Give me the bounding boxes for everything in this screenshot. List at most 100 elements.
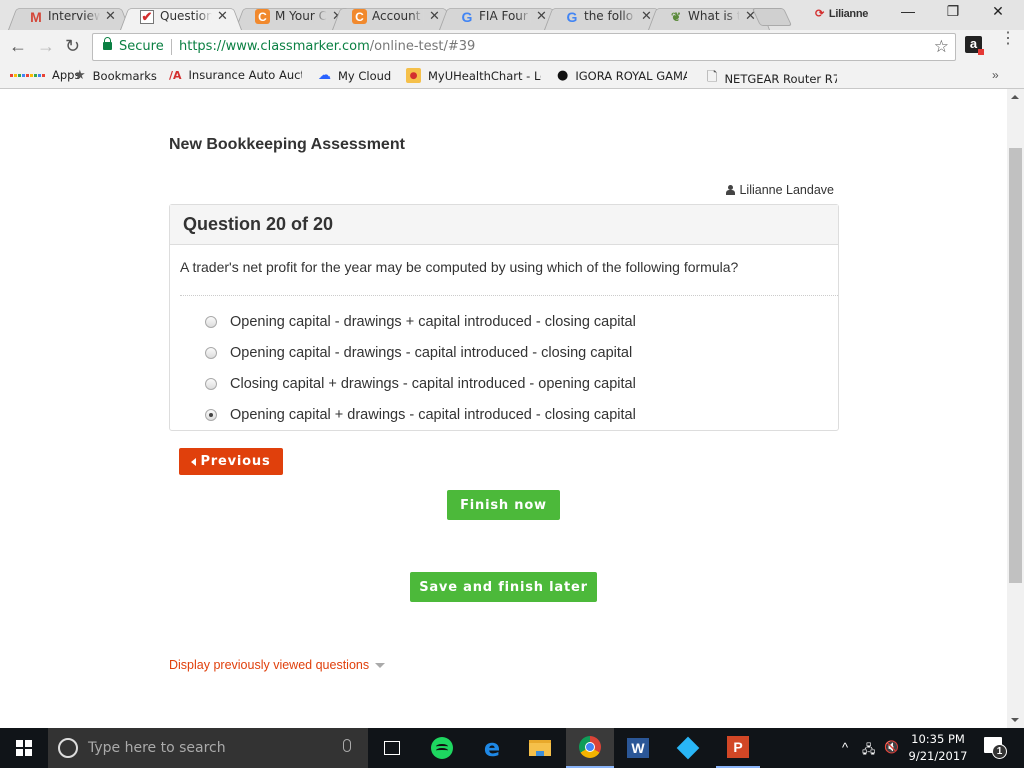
bookmarks-overflow-button[interactable]: »	[992, 68, 999, 82]
bookmark-label: Insurance Auto Auctio	[188, 68, 302, 82]
taskbar-search-box[interactable]: Type here to search	[48, 728, 368, 768]
task-view-button[interactable]	[370, 728, 414, 768]
clock-time: 10:35 PM	[911, 732, 965, 746]
radio-button[interactable]	[205, 315, 217, 328]
word-icon: W	[627, 738, 649, 758]
bookmark-myuhealthchart[interactable]: ● MyUHealthChart - Lo	[406, 68, 541, 83]
profile-button[interactable]: ⟳ Lilianne	[815, 7, 868, 20]
taskbar-file-explorer[interactable]	[518, 728, 562, 768]
finish-now-button[interactable]: Finish now	[447, 490, 560, 520]
lock-icon	[103, 37, 112, 50]
tab-question[interactable]: ✔ Question ✕	[120, 4, 242, 30]
tab-title: What is t	[688, 9, 740, 23]
url-text[interactable]: https://www.classmarker.com/online-test/…	[179, 39, 475, 54]
page-scrollbar[interactable]	[1007, 89, 1024, 728]
amazon-extension-icon[interactable]: a	[965, 36, 984, 55]
page-icon: 🗋	[707, 70, 718, 85]
close-window-button[interactable]: ✕	[983, 3, 1013, 20]
back-button[interactable]: ←	[9, 36, 27, 57]
tab-interview[interactable]: M Interview ✕	[8, 4, 130, 30]
answer-option-label: Opening capital - drawings - capital int…	[230, 344, 633, 361]
browser-tab-strip: M Interview ✕ C M Your C ✕ C Account ✕ G…	[0, 0, 1024, 30]
gmail-icon: M	[30, 9, 42, 25]
bookmark-label: IGORA ROYAL GAMA	[575, 68, 688, 83]
bookmark-bookmarks[interactable]: ★ Bookmarks	[74, 68, 157, 83]
windows-taskbar: Type here to search e W P ^ 🖧 🔇 10:35 PM…	[0, 728, 1024, 768]
taskbar-spotify[interactable]	[420, 728, 464, 768]
tab-title: FIA Four	[479, 9, 531, 23]
bookmarks-bar: Apps ★ Bookmarks /A Insurance Auto Aucti…	[0, 64, 1024, 89]
action-center-icon[interactable]: 1	[984, 737, 1007, 759]
google-icon: G	[566, 9, 578, 25]
bookmark-insurance-auto-auction[interactable]: /A Insurance Auto Auctio	[169, 68, 302, 82]
taskbar-powerpoint[interactable]: P	[716, 728, 760, 768]
tab-close-icon[interactable]: ✕	[105, 8, 116, 24]
bookmark-netgear[interactable]: 🗋 NETGEAR Router R70	[707, 68, 837, 90]
google-icon: G	[461, 9, 473, 25]
volume-muted-icon[interactable]: 🔇	[884, 740, 899, 754]
minimize-button[interactable]: —	[893, 3, 923, 19]
microphone-icon[interactable]	[343, 739, 351, 752]
taskbar-chrome[interactable]	[566, 728, 614, 768]
previous-label: Previous	[200, 454, 271, 469]
spotify-icon	[431, 737, 453, 759]
previous-button[interactable]: Previous	[179, 448, 283, 475]
classmarker-icon: C	[352, 9, 367, 24]
bookmark-my-cloud[interactable]: ☁ My Cloud	[318, 68, 391, 83]
bookmark-apps[interactable]: Apps	[10, 68, 80, 82]
tab-close-icon[interactable]: ✕	[217, 8, 228, 24]
answer-option-label: Opening capital + drawings - capital int…	[230, 406, 636, 423]
radio-button[interactable]	[205, 377, 217, 390]
answer-option[interactable]: Opening capital + drawings - capital int…	[205, 399, 636, 430]
task-view-icon	[384, 741, 400, 755]
answer-option[interactable]: Closing capital + drawings - capital int…	[205, 368, 636, 399]
file-explorer-icon	[529, 740, 551, 756]
tab-account[interactable]: C Account ✕	[332, 4, 454, 30]
caret-left-icon	[191, 457, 197, 466]
forward-button[interactable]: →	[37, 36, 55, 57]
scroll-down-arrow-icon[interactable]	[1011, 718, 1019, 722]
notification-count-badge: 1	[992, 744, 1007, 759]
sync-error-icon: ⟳	[815, 8, 824, 20]
tab-title: Interview	[48, 9, 100, 23]
address-bar[interactable]: Secure https://www.classmarker.com/onlin…	[92, 33, 956, 61]
tab-title: M Your C	[275, 9, 327, 23]
scroll-up-arrow-icon[interactable]	[1011, 95, 1019, 99]
page-content: New Bookkeeping Assessment Lilianne Land…	[0, 89, 1008, 728]
folder-icon: ●	[406, 68, 421, 83]
url-host: https://www.classmarker.com	[179, 39, 370, 54]
taskbar-edge[interactable]: e	[470, 728, 514, 768]
answer-option[interactable]: Opening capital - drawings - capital int…	[205, 337, 636, 368]
radio-button[interactable]	[205, 408, 217, 421]
taskbar-kodi[interactable]	[666, 728, 710, 768]
windows-start-icon[interactable]	[16, 740, 32, 756]
address-separator	[171, 39, 172, 55]
user-icon	[726, 185, 736, 195]
bookmark-star-icon[interactable]: ☆	[934, 37, 949, 57]
taskbar-word[interactable]: W	[616, 728, 660, 768]
chrome-icon	[579, 736, 601, 758]
reload-button[interactable]: ↻	[65, 36, 80, 57]
chrome-menu-icon[interactable]: ⋮	[1000, 31, 1016, 47]
bookmark-igora[interactable]: ● IGORA ROYAL GAMA	[557, 68, 687, 83]
kodi-icon	[676, 736, 700, 760]
bookmark-label: MyUHealthChart - Lo	[428, 68, 541, 83]
network-icon[interactable]: 🖧	[862, 740, 875, 761]
assessment-title: New Bookkeeping Assessment	[169, 136, 405, 153]
system-clock[interactable]: 10:35 PM 9/21/2017	[906, 731, 970, 765]
profile-name: Lilianne	[828, 8, 869, 20]
radio-button[interactable]	[205, 346, 217, 359]
show-hidden-icons-chevron[interactable]: ^	[842, 740, 848, 755]
url-path: /online-test/#39	[369, 39, 476, 54]
tab-title: the follo	[584, 9, 636, 23]
question-text: A trader's net profit for the year may b…	[180, 259, 739, 275]
restore-button[interactable]: ❐	[938, 3, 968, 20]
star-icon: ★	[74, 68, 86, 83]
answer-option[interactable]: Opening capital - drawings + capital int…	[205, 306, 636, 337]
save-and-finish-later-button[interactable]: Save and finish later	[410, 572, 597, 602]
previous-questions-label: Display previously viewed questions	[169, 658, 370, 672]
tab-fia-four[interactable]: G FIA Four ✕	[439, 4, 561, 30]
scrollbar-thumb[interactable]	[1009, 148, 1022, 583]
powerpoint-icon: P	[727, 736, 749, 758]
display-previous-questions-link[interactable]: Display previously viewed questions	[169, 658, 386, 672]
